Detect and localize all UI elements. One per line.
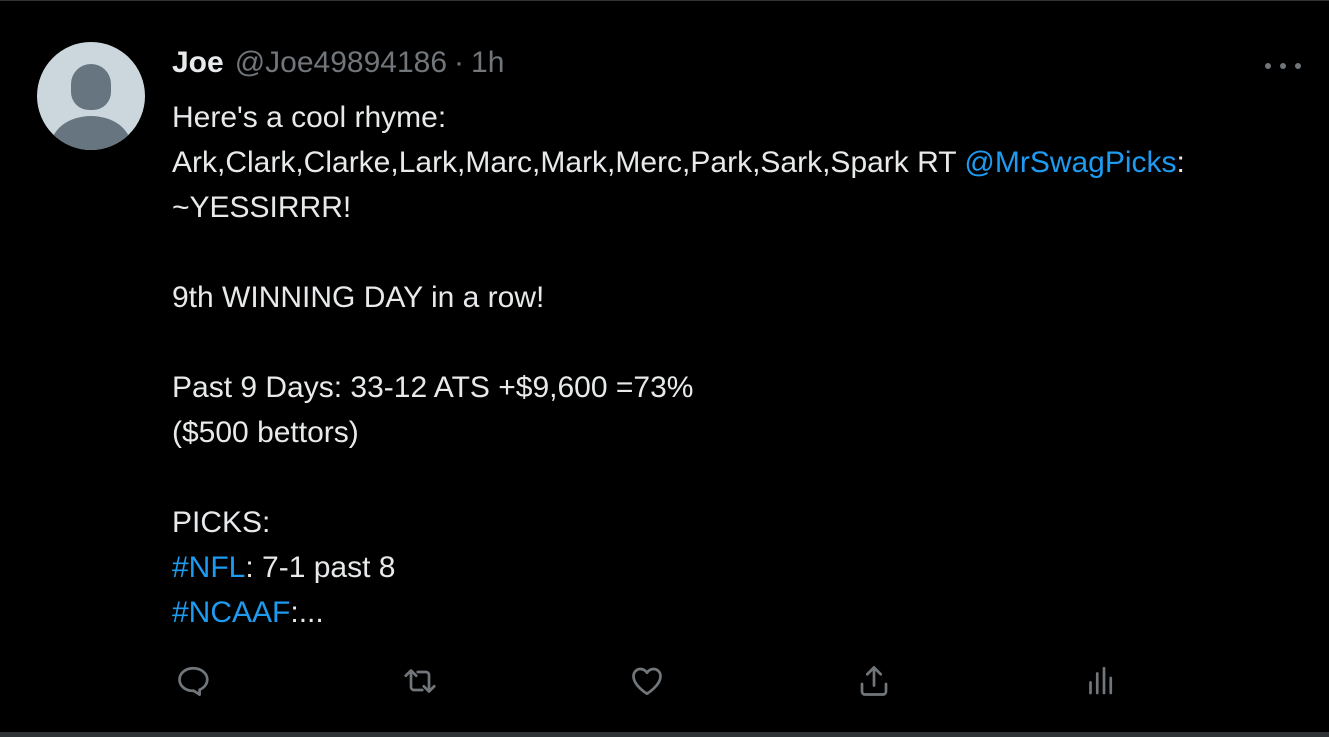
hashtag-link[interactable]: #NFL [172, 551, 245, 584]
author-name[interactable]: Joe [172, 46, 224, 80]
retweet-button[interactable] [398, 659, 442, 703]
tweet-header: Joe @Joe49894186 · 1h [172, 46, 504, 86]
tweet-actions [0, 659, 1329, 703]
retweet-icon [404, 669, 436, 693]
tweet-line: #NFL: 7-1 past 8 [172, 545, 1312, 590]
tweet-line-text: Ark,Clark,Clarke,Lark,Marc,Mark,Merc,Par… [172, 146, 965, 179]
tweet-line: Ark,Clark,Clarke,Lark,Marc,Mark,Merc,Par… [172, 140, 1312, 185]
tweet-line-text: :... [290, 596, 324, 629]
like-button[interactable] [625, 659, 669, 703]
more-horizontal-icon[interactable] [1265, 59, 1301, 73]
tweet-line: ~YESSIRRR! [172, 191, 352, 224]
tweet-timestamp[interactable]: 1h [471, 46, 504, 80]
tweet-line-text: : [1176, 146, 1185, 179]
avatar[interactable] [37, 42, 145, 150]
reply-icon [178, 666, 209, 696]
analytics-icon [1089, 666, 1113, 695]
share-button[interactable] [852, 659, 896, 703]
mention-link[interactable]: @MrSwagPicks [964, 146, 1176, 179]
like-icon [632, 667, 662, 696]
analytics-button[interactable] [1079, 659, 1123, 703]
tweet-line: PICKS: [172, 506, 271, 539]
avatar-head-shape [71, 64, 111, 110]
author-handle[interactable]: @Joe49894186 [235, 46, 447, 80]
tweet-line: #NCAAF:... [172, 590, 1312, 635]
avatar-body-shape [51, 116, 131, 150]
tweet-line-text: : 7-1 past 8 [245, 551, 396, 584]
more-dot [1265, 63, 1271, 69]
hashtag-link[interactable]: #NCAAF [172, 596, 290, 629]
tweet-text: Here's a cool rhyme: Ark,Clark,Clarke,La… [172, 95, 1312, 635]
more-dot [1280, 63, 1286, 69]
share-icon [860, 666, 888, 696]
tweet-line: ($500 bettors) [172, 416, 359, 449]
header-separator: · [454, 46, 465, 79]
tweet-card[interactable]: Joe @Joe49894186 · 1h Here's a cool rhym… [0, 0, 1329, 737]
tweet-line: Here's a cool rhyme: [172, 101, 447, 134]
tweet-line: 9th WINNING DAY in a row! [172, 281, 545, 314]
more-dot [1295, 63, 1301, 69]
tweet-line: Past 9 Days: 33-12 ATS +$9,600 =73% [172, 371, 694, 404]
reply-button[interactable] [171, 659, 215, 703]
